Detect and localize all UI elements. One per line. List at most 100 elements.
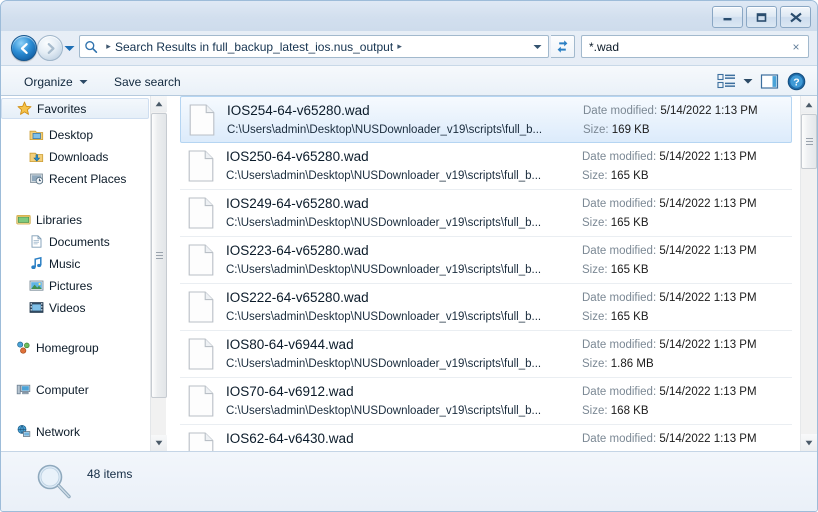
file-name-block: IOS250-64-v65280.wad C:\Users\admin\Desk… — [226, 148, 576, 184]
table-row[interactable]: IOS250-64-v65280.wad C:\Users\admin\Desk… — [180, 143, 792, 190]
size-label: Size: — [582, 358, 608, 370]
back-button[interactable] — [11, 35, 37, 61]
file-size-line: Size: 165 KB — [582, 311, 649, 323]
file-size-line: Size: 168 KB — [582, 405, 649, 417]
forward-button[interactable] — [37, 35, 63, 61]
file-path: C:\Users\admin\Desktop\NUSDownloader_v19… — [226, 311, 542, 323]
item-count-label: 48 items — [87, 467, 133, 481]
file-path: C:\Users\admin\Desktop\NUSDownloader_v19… — [226, 170, 542, 182]
sidebar-item-documents[interactable]: Documents — [1, 231, 151, 252]
sidebar-item-pictures[interactable]: Pictures — [1, 275, 151, 296]
file-size-line: Size: 1.86 MB — [582, 358, 654, 370]
network-icon — [15, 424, 31, 440]
navigation-scrollbar[interactable] — [150, 96, 167, 451]
save-search-label: Save search — [114, 74, 181, 89]
file-size-value: 165 KB — [610, 170, 649, 182]
breadcrumb-separator-2[interactable]: ▸ — [393, 41, 406, 52]
save-search-button[interactable]: Save search — [107, 71, 188, 92]
computer-icon — [15, 382, 31, 398]
table-row[interactable]: IOS223-64-v65280.wad C:\Users\admin\Desk… — [180, 237, 792, 284]
caret-down-icon — [155, 440, 163, 446]
sidebar-item-homegroup[interactable]: Homegroup — [1, 337, 151, 358]
sidebar-item-videos[interactable]: Videos — [1, 297, 151, 318]
library-icon — [15, 212, 31, 228]
table-row[interactable]: IOS70-64-v6912.wad C:\Users\admin\Deskto… — [180, 378, 792, 425]
sidebar-item-desktop[interactable]: Desktop — [1, 124, 151, 145]
file-icon — [186, 385, 216, 417]
nav-scroll-up-button[interactable] — [151, 96, 167, 112]
minimize-button[interactable] — [712, 6, 743, 28]
preview-pane-button[interactable] — [757, 70, 783, 93]
window-controls — [712, 6, 811, 28]
sidebar-item-favorites[interactable]: Favorites — [1, 98, 149, 119]
organize-caret-icon — [79, 79, 88, 85]
close-button[interactable] — [780, 6, 811, 28]
file-list-scrollbar[interactable] — [800, 96, 817, 451]
forward-arrow-icon — [47, 42, 55, 54]
explorer-window: ▸ Search Results in full_backup_latest_i… — [0, 0, 818, 512]
date-modified-label: Date modified: — [582, 245, 657, 257]
search-input[interactable]: *.wad — [589, 40, 788, 54]
table-row[interactable]: IOS254-64-v65280.wad C:\Users\admin\Desk… — [180, 96, 792, 143]
help-button[interactable]: ? — [783, 70, 809, 93]
date-modified-label: Date modified: — [582, 386, 657, 398]
file-icon — [186, 432, 216, 451]
chevron-down-icon — [533, 44, 541, 49]
maximize-button[interactable] — [746, 6, 777, 28]
change-view-dropdown[interactable] — [739, 70, 757, 93]
table-row[interactable]: IOS222-64-v65280.wad C:\Users\admin\Desk… — [180, 284, 792, 331]
sidebar-item-label: Homegroup — [36, 340, 99, 355]
command-bar-icons: ? — [713, 70, 809, 93]
sidebar-item-network[interactable]: Network — [1, 421, 151, 442]
title-bar — [1, 1, 817, 31]
recent-pages-button[interactable] — [63, 43, 75, 53]
file-name: IOS254-64-v65280.wad — [227, 102, 370, 118]
refresh-button[interactable] — [551, 35, 575, 58]
sidebar-item-label: Music — [49, 256, 81, 271]
search-box[interactable]: *.wad × — [581, 35, 809, 58]
date-modified-label: Date modified: — [582, 292, 657, 304]
sidebar-item-libraries[interactable]: Libraries — [1, 209, 151, 230]
breadcrumb-current-path[interactable]: Search Results in full_backup_latest_ios… — [115, 40, 393, 54]
file-icon — [186, 197, 216, 229]
file-date-line: Date modified: 5/14/2022 1:13 PM — [582, 245, 757, 257]
address-history-dropdown[interactable] — [526, 44, 548, 50]
file-date-value: 5/14/2022 1:13 PM — [659, 245, 757, 257]
file-icon — [187, 103, 217, 136]
file-name-block: IOS222-64-v65280.wad C:\Users\admin\Desk… — [226, 289, 576, 325]
file-size-value: 165 KB — [610, 217, 649, 229]
nav-scroll-thumb[interactable] — [151, 113, 167, 398]
sidebar-item-music[interactable]: Music — [1, 253, 151, 274]
table-row[interactable]: IOS249-64-v65280.wad C:\Users\admin\Desk… — [180, 190, 792, 237]
nav-scroll-down-button[interactable] — [151, 435, 167, 451]
sidebar-item-label: Desktop — [49, 127, 94, 142]
sidebar-item-label: Downloads — [49, 149, 109, 164]
file-icon — [186, 291, 216, 323]
sidebar-item-recent-places[interactable]: Recent Places — [1, 168, 151, 189]
recent-places-icon — [28, 171, 44, 187]
file-size-line: Size: 165 KB — [582, 217, 649, 229]
file-icon — [186, 338, 216, 370]
address-controls: ▸ Search Results in full_backup_latest_i… — [79, 35, 817, 58]
file-meta-block: Date modified: 5/14/2022 1:13 PM Size: 1… — [576, 147, 792, 185]
caret-down-icon — [805, 440, 813, 445]
file-list: IOS254-64-v65280.wad C:\Users\admin\Desk… — [172, 96, 800, 451]
list-scroll-up-button[interactable] — [801, 96, 817, 113]
file-icon — [186, 150, 216, 182]
search-clear-button[interactable]: × — [788, 39, 804, 55]
breadcrumb-separator-1[interactable]: ▸ — [102, 41, 115, 52]
table-row[interactable]: IOS80-64-v6944.wad C:\Users\admin\Deskto… — [180, 331, 792, 378]
file-date-value: 5/14/2022 1:13 PM — [659, 151, 757, 163]
sidebar-item-computer[interactable]: Computer — [1, 379, 151, 400]
sidebar-item-downloads[interactable]: Downloads — [1, 146, 151, 167]
file-name: IOS250-64-v65280.wad — [226, 149, 369, 164]
table-row[interactable]: IOS62-64-v6430.wad C:\Users\admin\Deskto… — [180, 425, 792, 451]
file-meta-block: Date modified: 5/14/2022 1:13 PM Size: 1… — [576, 382, 792, 420]
breadcrumb[interactable]: ▸ Search Results in full_backup_latest_i… — [79, 35, 549, 58]
list-scroll-thumb[interactable] — [801, 114, 817, 169]
organize-button[interactable]: Organize — [17, 71, 95, 92]
list-scroll-down-button[interactable] — [801, 434, 817, 451]
change-view-button[interactable] — [713, 70, 739, 93]
file-name: IOS62-64-v6430.wad — [226, 431, 354, 446]
star-icon — [16, 101, 32, 117]
